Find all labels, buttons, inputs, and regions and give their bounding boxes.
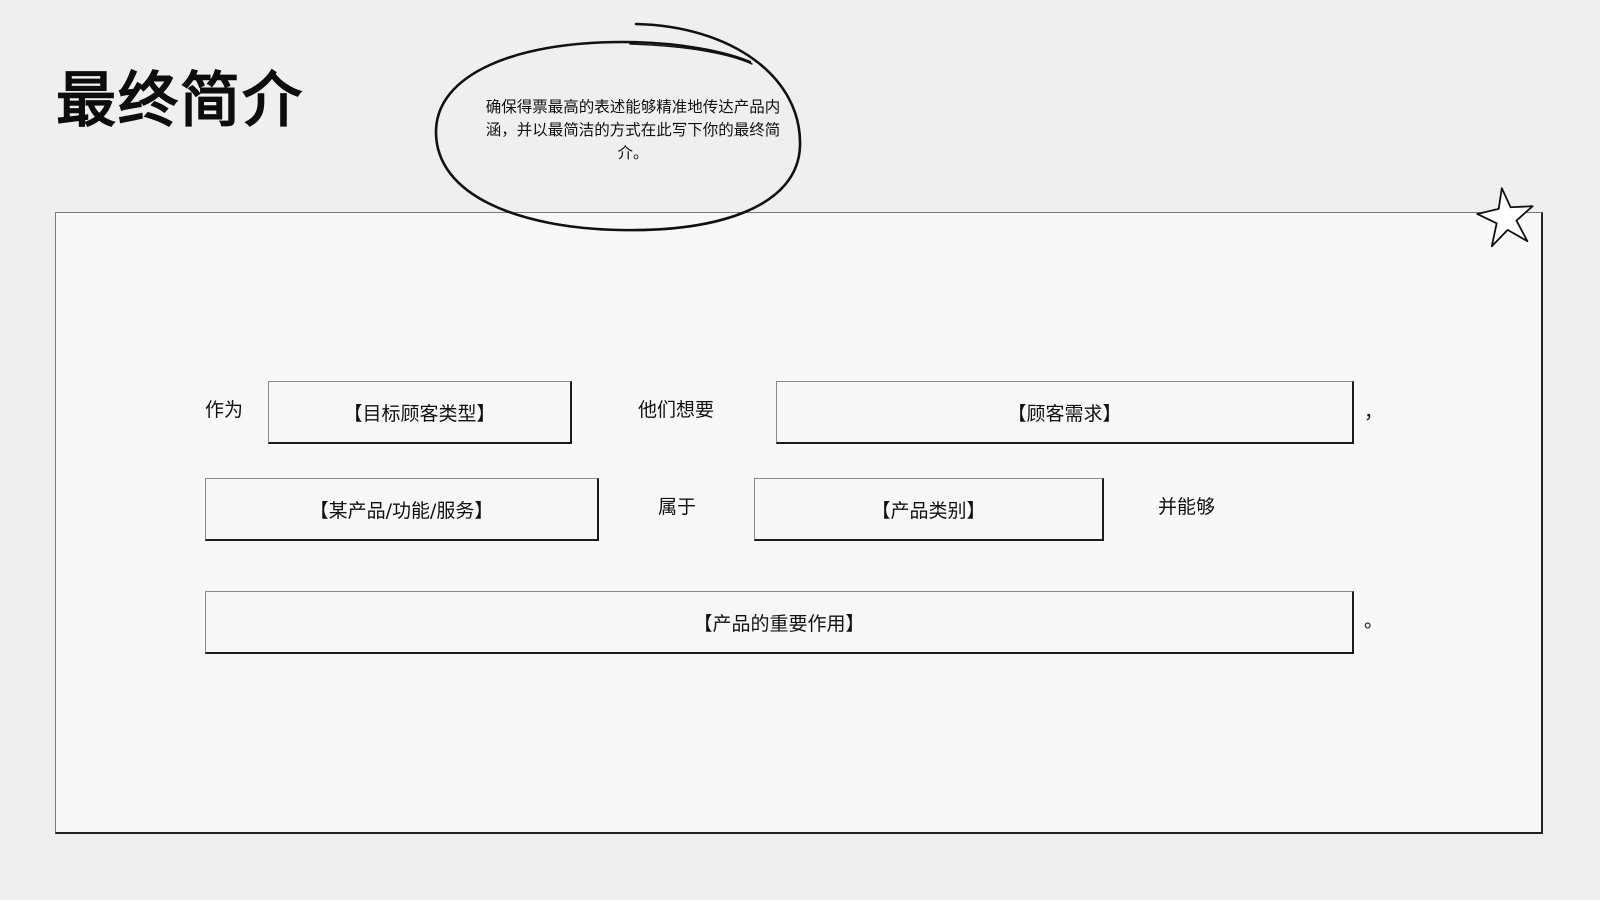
field-category[interactable]: 【产品类别】 bbox=[754, 478, 1104, 541]
word-belongs-to: 属于 bbox=[658, 496, 697, 518]
word-as: 作为 bbox=[205, 399, 244, 421]
slide: 最终简介 确保得票最高的表述能够精准地传达产品内涵，并以最简洁的方式在此写下你的… bbox=[0, 0, 1600, 900]
field-product[interactable]: 【某产品/功能/服务】 bbox=[205, 478, 599, 541]
bubble-instruction-text: 确保得票最高的表述能够精准地传达产品内涵，并以最简洁的方式在此写下你的最终简介。 bbox=[485, 98, 781, 162]
word-they-want: 他们想要 bbox=[638, 399, 715, 421]
page-title: 最终简介 bbox=[56, 66, 304, 136]
word-and-can: 并能够 bbox=[1158, 496, 1216, 518]
field-customer-type[interactable]: 【目标顾客类型】 bbox=[268, 381, 572, 444]
field-customer-need[interactable]: 【顾客需求】 bbox=[776, 381, 1354, 444]
star-icon bbox=[1476, 187, 1534, 248]
comma-mark: ， bbox=[1364, 401, 1384, 423]
period-mark: 。 bbox=[1364, 610, 1384, 632]
field-key-benefit[interactable]: 【产品的重要作用】 bbox=[205, 591, 1354, 654]
